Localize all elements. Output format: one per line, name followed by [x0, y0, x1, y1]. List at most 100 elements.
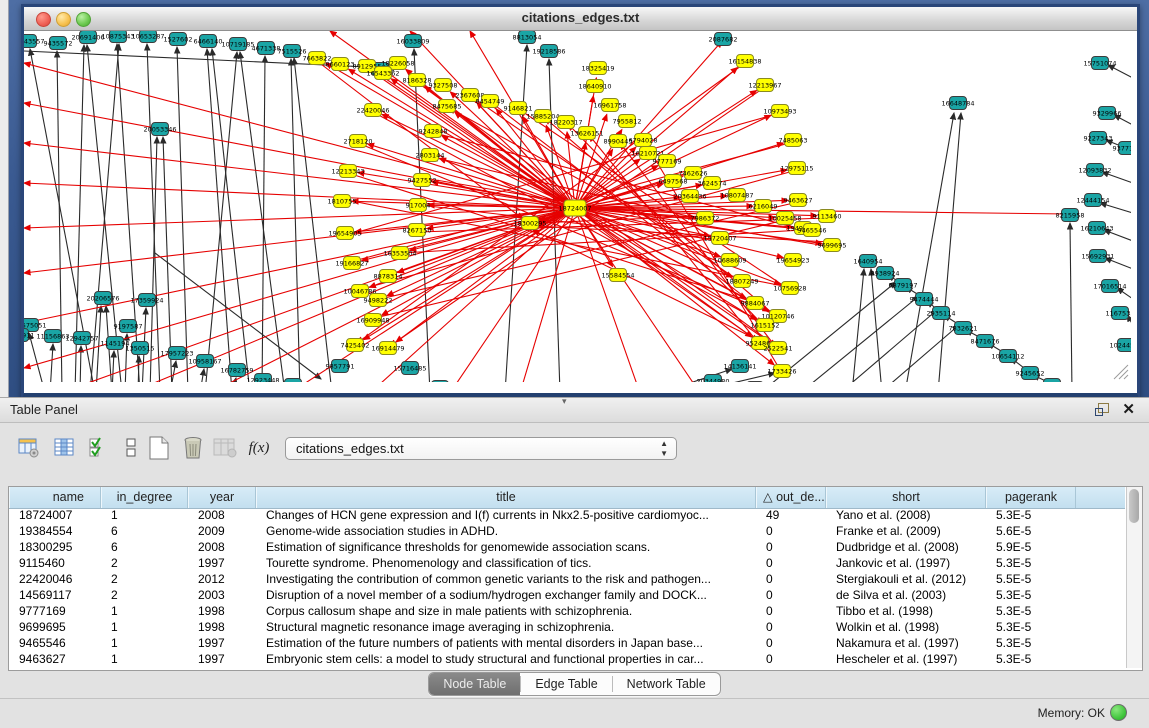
table-cell[interactable]: Estimation of significance thresholds fo… — [256, 540, 756, 556]
table-cell[interactable]: 2008 — [188, 508, 256, 524]
table-cell[interactable]: 5.9E-5 — [986, 540, 1076, 556]
float-window-icon[interactable] — [1095, 403, 1109, 416]
table-cell[interactable]: Franke et al. (2009) — [826, 524, 986, 540]
minimize-traffic-light-icon[interactable] — [56, 12, 71, 27]
table-row[interactable]: 1830029562008Estimation of significance … — [9, 540, 1125, 556]
tab-edge-table[interactable]: Edge Table — [521, 673, 611, 695]
column-header-year[interactable]: year — [188, 487, 256, 508]
table-row[interactable]: 969969511998Structural magnetic resonanc… — [9, 620, 1125, 636]
table-cell[interactable]: 2 — [101, 588, 188, 604]
table-cell[interactable]: 1 — [101, 604, 188, 620]
show-columns-icon[interactable] — [52, 435, 78, 461]
table-cell[interactable]: Stergiakouli et al. (2012) — [826, 572, 986, 588]
table-cell[interactable]: Hescheler et al. (1997) — [826, 652, 986, 668]
table-cell[interactable]: 2003 — [188, 588, 256, 604]
table-cell[interactable]: 1 — [101, 652, 188, 668]
table-cell[interactable]: Estimation of the future numbers of pati… — [256, 636, 756, 652]
table-cell[interactable]: Changes of HCN gene expression and I(f) … — [256, 508, 756, 524]
table-cell[interactable]: Embryonic stem cells: a model to study s… — [256, 652, 756, 668]
table-cell[interactable]: 1997 — [188, 652, 256, 668]
column-header-in_degree[interactable]: in_degree — [101, 487, 188, 508]
table-cell[interactable]: 1997 — [188, 636, 256, 652]
table-row[interactable]: 2242004622012Investigating the contribut… — [9, 572, 1125, 588]
table-cell[interactable]: 6 — [101, 540, 188, 556]
table-cell[interactable]: 9777169 — [9, 604, 101, 620]
table-cell[interactable]: 1997 — [188, 556, 256, 572]
table-cell[interactable]: 6 — [101, 524, 188, 540]
table-cell[interactable]: 2008 — [188, 540, 256, 556]
table-cell[interactable]: Tourette syndrome. Phenomenology and cla… — [256, 556, 756, 572]
column-header-out_de[interactable]: △ out_de... — [756, 487, 826, 508]
table-cell[interactable]: 18724007 — [9, 508, 101, 524]
create-table-icon[interactable] — [146, 435, 172, 461]
table-cell[interactable]: Tibbo et al. (1998) — [826, 604, 986, 620]
table-cell[interactable]: 0 — [756, 636, 826, 652]
table-row[interactable]: 977716911998Corpus callosum shape and si… — [9, 604, 1125, 620]
table-cell[interactable]: 5.3E-5 — [986, 588, 1076, 604]
table-cell[interactable]: 2009 — [188, 524, 256, 540]
table-cell[interactable]: Dudbridge et al. (2008) — [826, 540, 986, 556]
column-header-pagerank[interactable]: pagerank — [986, 487, 1076, 508]
table-cell[interactable]: 0 — [756, 572, 826, 588]
network-window[interactable]: citations_edges.txt 16043557943557220691… — [21, 4, 1140, 397]
table-row[interactable]: 946554611997Estimation of the future num… — [9, 636, 1125, 652]
table-cell[interactable]: 0 — [756, 652, 826, 668]
table-cell[interactable]: 9699695 — [9, 620, 101, 636]
table-cell[interactable]: 0 — [756, 556, 826, 572]
table-cell[interactable]: Investigating the contribution of common… — [256, 572, 756, 588]
column-header-title[interactable]: title — [256, 487, 756, 508]
window-titlebar[interactable]: citations_edges.txt — [24, 7, 1137, 31]
table-cell[interactable]: 14569117 — [9, 588, 101, 604]
table-cell[interactable]: 1998 — [188, 620, 256, 636]
graph-node-teal[interactable] — [432, 381, 449, 383]
table-cell[interactable]: 18300295 — [9, 540, 101, 556]
table-cell[interactable]: de Silva et al. (2003) — [826, 588, 986, 604]
table-cell[interactable]: 2 — [101, 572, 188, 588]
table-cell[interactable]: 5.3E-5 — [986, 508, 1076, 524]
table-cell[interactable]: 0 — [756, 588, 826, 604]
table-cell[interactable]: 5.3E-5 — [986, 620, 1076, 636]
table-cell[interactable]: 2012 — [188, 572, 256, 588]
table-cell[interactable]: Corpus callosum shape and size in male p… — [256, 604, 756, 620]
row-height-icon[interactable] — [118, 435, 144, 461]
table-cell[interactable]: 5.3E-5 — [986, 636, 1076, 652]
vertical-scrollbar[interactable] — [1126, 487, 1142, 668]
table-row[interactable]: 1456911722003Disruption of a novel membe… — [9, 588, 1125, 604]
table-settings-icon[interactable] — [16, 435, 42, 461]
table-cell[interactable]: 1 — [101, 508, 188, 524]
scrollbar-thumb[interactable] — [1129, 489, 1139, 523]
table-row[interactable]: 911546021997Tourette syndrome. Phenomeno… — [9, 556, 1125, 572]
table-cell[interactable]: 0 — [756, 540, 826, 556]
select-rows-icon[interactable] — [86, 435, 112, 461]
table-row[interactable]: 1938455462009Genome-wide association stu… — [9, 524, 1125, 540]
close-traffic-light-icon[interactable] — [36, 12, 51, 27]
table-cell[interactable]: 1998 — [188, 604, 256, 620]
graph-node-teal[interactable] — [747, 382, 764, 383]
table-cell[interactable]: 19384554 — [9, 524, 101, 540]
table-cell[interactable]: 5.3E-5 — [986, 556, 1076, 572]
table-cell[interactable]: Wolkin et al. (1998) — [826, 620, 986, 636]
table-cell[interactable]: 5.5E-5 — [986, 572, 1076, 588]
table-cell[interactable]: Genome-wide association studies in ADHD. — [256, 524, 756, 540]
table-cell[interactable]: 5.3E-5 — [986, 604, 1076, 620]
panel-drag-handle-icon[interactable]: ▾ — [562, 396, 567, 407]
network-graph-canvas[interactable]: 1604355794355722069140610875343106532871… — [24, 31, 1131, 382]
table-cell[interactable]: 0 — [756, 620, 826, 636]
table-select-dropdown[interactable]: citations_edges.txt ▲▼ — [285, 437, 677, 460]
table-cell[interactable]: 0 — [756, 524, 826, 540]
table-row[interactable]: 946362711997Embryonic stem cells: a mode… — [9, 652, 1125, 668]
node-table[interactable]: namein_degreeyeartitle△ out_de...shortpa… — [8, 486, 1143, 671]
delete-table-icon[interactable] — [180, 435, 206, 461]
table-cell[interactable]: 0 — [756, 604, 826, 620]
table-cell[interactable]: Structural magnetic resonance image aver… — [256, 620, 756, 636]
table-cell[interactable]: Yano et al. (2008) — [826, 508, 986, 524]
table-cell[interactable]: Disruption of a novel member of a sodium… — [256, 588, 756, 604]
table-cell[interactable]: 9463627 — [9, 652, 101, 668]
column-header-short[interactable]: short — [826, 487, 986, 508]
table-row[interactable]: 1872400712008Changes of HCN gene express… — [9, 508, 1125, 524]
column-header-name[interactable]: name — [9, 487, 101, 508]
close-panel-icon[interactable]: ✕ — [1122, 400, 1135, 418]
table-cell[interactable]: 1 — [101, 620, 188, 636]
table-cell[interactable]: Nakamura et al. (1997) — [826, 636, 986, 652]
table-cell[interactable]: 9465546 — [9, 636, 101, 652]
